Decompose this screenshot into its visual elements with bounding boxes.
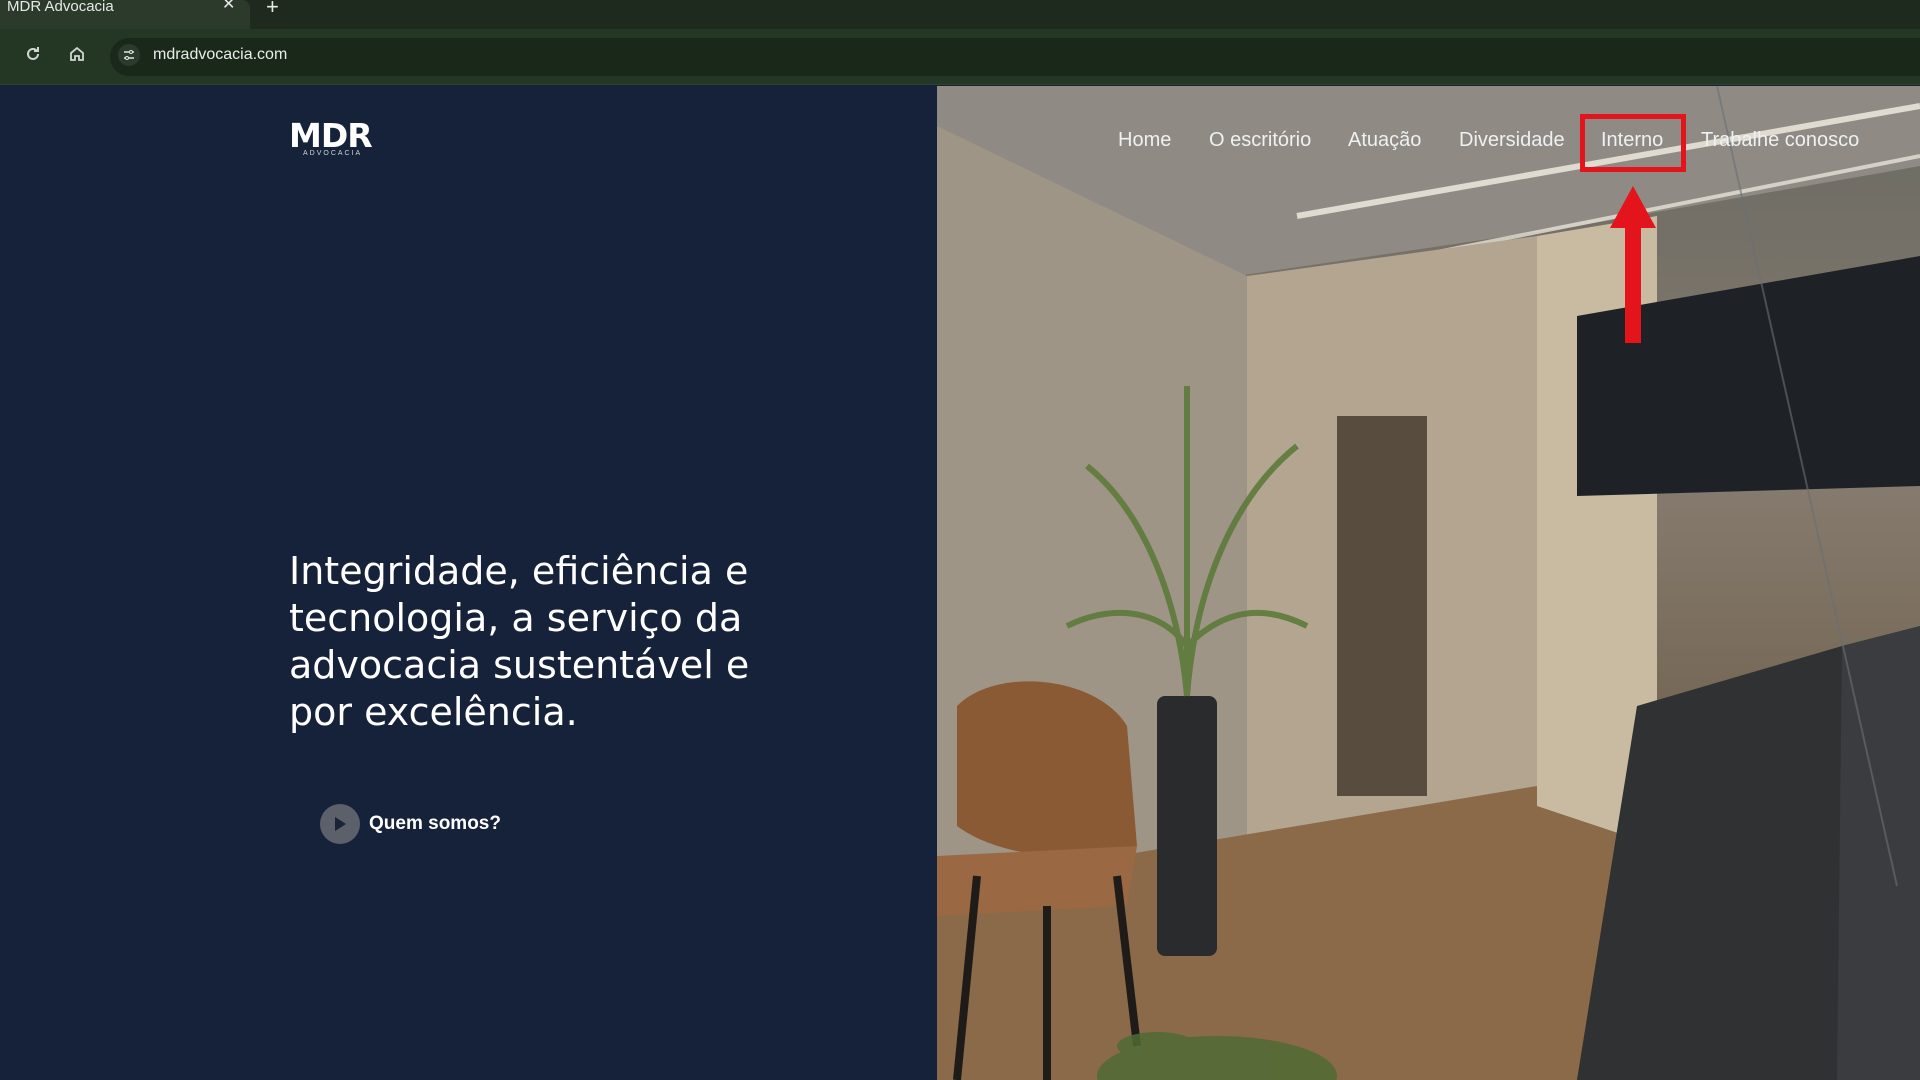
quem-somos-button[interactable]: Quem somos? xyxy=(320,804,501,844)
web-page: MDR ADVOCACIA Integridade, eficiência e … xyxy=(0,86,1920,1080)
red-arrow-icon xyxy=(1610,186,1656,343)
address-bar[interactable] xyxy=(110,38,1920,76)
play-icon[interactable] xyxy=(320,804,360,844)
mdr-logo[interactable]: MDR ADVOCACIA xyxy=(289,116,381,164)
new-tab-button[interactable]: + xyxy=(266,0,279,20)
nav-home[interactable]: Home xyxy=(1118,129,1171,152)
nav-diversidade[interactable]: Diversidade xyxy=(1459,129,1565,152)
tab-strip: MDR Advocacia ✕ + xyxy=(0,0,1920,29)
close-tab-icon[interactable]: ✕ xyxy=(222,0,235,13)
nav-atuacao[interactable]: Atuação xyxy=(1348,129,1421,152)
hero-left-panel: MDR ADVOCACIA Integridade, eficiência e … xyxy=(0,86,937,1080)
tab-title: MDR Advocacia xyxy=(7,0,114,15)
browser-tab[interactable]: MDR Advocacia ✕ xyxy=(0,0,250,29)
reload-icon[interactable] xyxy=(19,43,47,71)
site-info-icon[interactable] xyxy=(118,44,140,66)
cta-label: Quem somos? xyxy=(369,813,501,834)
office-photo xyxy=(937,86,1920,1080)
highlight-box xyxy=(1580,114,1686,172)
logo-subtitle: ADVOCACIA xyxy=(303,150,363,157)
nav-trabalhe-conosco[interactable]: Trabalhe conosco xyxy=(1701,129,1859,152)
browser-toolbar xyxy=(0,29,1920,85)
hero-headline: Integridade, eficiência e tecnologia, a … xyxy=(289,549,750,734)
home-icon[interactable] xyxy=(63,43,91,71)
nav-o-escritorio[interactable]: O escritório xyxy=(1209,129,1311,152)
url-text[interactable]: mdradvocacia.com xyxy=(153,46,287,64)
